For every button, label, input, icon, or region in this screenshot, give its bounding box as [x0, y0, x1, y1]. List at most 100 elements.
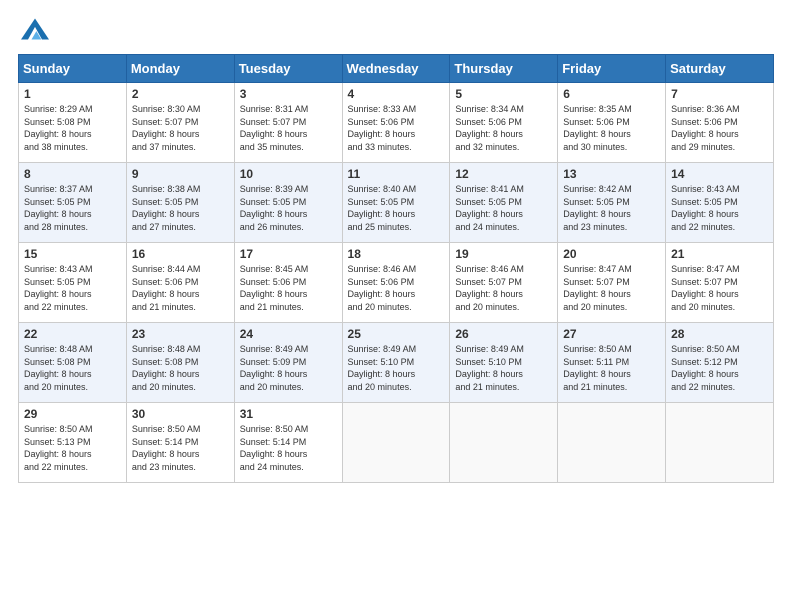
calendar-header-wednesday: Wednesday: [342, 55, 450, 83]
day-info: Sunrise: 8:49 AM Sunset: 5:09 PM Dayligh…: [240, 343, 337, 393]
day-number: 28: [671, 327, 768, 341]
calendar-cell: 18Sunrise: 8:46 AM Sunset: 5:06 PM Dayli…: [342, 243, 450, 323]
day-number: 15: [24, 247, 121, 261]
day-number: 6: [563, 87, 660, 101]
day-number: 7: [671, 87, 768, 101]
calendar-header-row: SundayMondayTuesdayWednesdayThursdayFrid…: [19, 55, 774, 83]
calendar-cell: 2 Sunrise: 8:30 AM Sunset: 5:07 PM Daylig…: [126, 83, 234, 163]
calendar-cell: 29Sunrise: 8:50 AM Sunset: 5:13 PM Dayli…: [19, 403, 127, 483]
day-info: Sunrise: 8:50 AM Sunset: 5:14 PM Dayligh…: [132, 423, 229, 473]
calendar-cell: [342, 403, 450, 483]
calendar-week-row: 15 Sunrise: 8:43 AM Sunset: 5:05 PM Dayli…: [19, 243, 774, 323]
calendar-cell: 19 Sunrise: 8:46 AM Sunset: 5:07 PM Dayli…: [450, 243, 558, 323]
day-info: Sunrise: 8:48 AM Sunset: 5:08 PM Dayligh…: [24, 343, 121, 393]
day-info: Sunrise: 8:50 AM Sunset: 5:14 PM Dayligh…: [240, 423, 337, 473]
day-number: 13: [563, 167, 660, 181]
day-info: Sunrise: 8:46 AM Sunset: 5:06 PM Dayligh…: [348, 263, 445, 313]
day-info: Sunrise: 8:48 AM Sunset: 5:08 PM Dayligh…: [132, 343, 229, 393]
day-info: Sunrise: 8:42 AM Sunset: 5:05 PM Dayligh…: [563, 183, 660, 233]
calendar-cell: 12 Sunrise: 8:41 AM Sunset: 5:05 PM Dayli…: [450, 163, 558, 243]
calendar-cell: 30 Sunrise: 8:50 AM Sunset: 5:14 PM Dayli…: [126, 403, 234, 483]
day-info: Sunrise: 8:34 AM Sunset: 5:06 PM Dayligh…: [455, 103, 552, 153]
day-info: Sunrise: 8:50 AM Sunset: 5:13 PM Dayligh…: [24, 423, 121, 473]
calendar-cell: 5 Sunrise: 8:34 AM Sunset: 5:06 PM Daylig…: [450, 83, 558, 163]
day-info: Sunrise: 8:39 AM Sunset: 5:05 PM Dayligh…: [240, 183, 337, 233]
calendar-cell: 10Sunrise: 8:39 AM Sunset: 5:05 PM Dayli…: [234, 163, 342, 243]
calendar-cell: 21 Sunrise: 8:47 AM Sunset: 5:07 PM Dayli…: [666, 243, 774, 323]
header: [18, 18, 774, 40]
calendar-cell: 27 Sunrise: 8:50 AM Sunset: 5:11 PM Dayli…: [558, 323, 666, 403]
calendar-cell: 31 Sunrise: 8:50 AM Sunset: 5:14 PM Dayli…: [234, 403, 342, 483]
logo-icon: [21, 18, 49, 40]
calendar-cell: 17 Sunrise: 8:45 AM Sunset: 5:06 PM Dayli…: [234, 243, 342, 323]
day-number: 30: [132, 407, 229, 421]
calendar-week-row: 8 Sunrise: 8:37 AM Sunset: 5:05 PM Daylig…: [19, 163, 774, 243]
day-number: 31: [240, 407, 337, 421]
day-info: Sunrise: 8:44 AM Sunset: 5:06 PM Dayligh…: [132, 263, 229, 313]
day-number: 12: [455, 167, 552, 181]
day-number: 4: [348, 87, 445, 101]
day-info: Sunrise: 8:43 AM Sunset: 5:05 PM Dayligh…: [24, 263, 121, 313]
day-number: 8: [24, 167, 121, 181]
day-info: Sunrise: 8:38 AM Sunset: 5:05 PM Dayligh…: [132, 183, 229, 233]
day-number: 17: [240, 247, 337, 261]
day-info: Sunrise: 8:47 AM Sunset: 5:07 PM Dayligh…: [671, 263, 768, 313]
day-number: 21: [671, 247, 768, 261]
calendar-header-friday: Friday: [558, 55, 666, 83]
day-number: 19: [455, 247, 552, 261]
day-info: Sunrise: 8:35 AM Sunset: 5:06 PM Dayligh…: [563, 103, 660, 153]
day-number: 5: [455, 87, 552, 101]
calendar-cell: 14Sunrise: 8:43 AM Sunset: 5:05 PM Dayli…: [666, 163, 774, 243]
calendar-week-row: 1 Sunrise: 8:29 AM Sunset: 5:08 PM Daylig…: [19, 83, 774, 163]
day-info: Sunrise: 8:30 AM Sunset: 5:07 PM Dayligh…: [132, 103, 229, 153]
day-info: Sunrise: 8:47 AM Sunset: 5:07 PM Dayligh…: [563, 263, 660, 313]
calendar-header-sunday: Sunday: [19, 55, 127, 83]
day-info: Sunrise: 8:41 AM Sunset: 5:05 PM Dayligh…: [455, 183, 552, 233]
logo-text-block: [18, 18, 49, 40]
day-info: Sunrise: 8:29 AM Sunset: 5:08 PM Dayligh…: [24, 103, 121, 153]
calendar-cell: 15 Sunrise: 8:43 AM Sunset: 5:05 PM Dayli…: [19, 243, 127, 323]
calendar-week-row: 29Sunrise: 8:50 AM Sunset: 5:13 PM Dayli…: [19, 403, 774, 483]
calendar-cell: [558, 403, 666, 483]
calendar-header-tuesday: Tuesday: [234, 55, 342, 83]
day-info: Sunrise: 8:50 AM Sunset: 5:11 PM Dayligh…: [563, 343, 660, 393]
calendar-cell: 28 Sunrise: 8:50 AM Sunset: 5:12 PM Dayli…: [666, 323, 774, 403]
calendar-header-monday: Monday: [126, 55, 234, 83]
calendar-week-row: 22 Sunrise: 8:48 AM Sunset: 5:08 PM Dayli…: [19, 323, 774, 403]
logo: [18, 18, 49, 40]
day-number: 3: [240, 87, 337, 101]
day-number: 22: [24, 327, 121, 341]
day-info: Sunrise: 8:33 AM Sunset: 5:06 PM Dayligh…: [348, 103, 445, 153]
day-number: 2: [132, 87, 229, 101]
day-info: Sunrise: 8:46 AM Sunset: 5:07 PM Dayligh…: [455, 263, 552, 313]
day-number: 26: [455, 327, 552, 341]
day-number: 20: [563, 247, 660, 261]
calendar-header-thursday: Thursday: [450, 55, 558, 83]
calendar-table: SundayMondayTuesdayWednesdayThursdayFrid…: [18, 54, 774, 483]
calendar-cell: 9 Sunrise: 8:38 AM Sunset: 5:05 PM Daylig…: [126, 163, 234, 243]
day-number: 1: [24, 87, 121, 101]
calendar-cell: 7 Sunrise: 8:36 AM Sunset: 5:06 PM Daylig…: [666, 83, 774, 163]
day-info: Sunrise: 8:36 AM Sunset: 5:06 PM Dayligh…: [671, 103, 768, 153]
day-info: Sunrise: 8:37 AM Sunset: 5:05 PM Dayligh…: [24, 183, 121, 233]
day-number: 9: [132, 167, 229, 181]
calendar-cell: 4 Sunrise: 8:33 AM Sunset: 5:06 PM Daylig…: [342, 83, 450, 163]
day-info: Sunrise: 8:50 AM Sunset: 5:12 PM Dayligh…: [671, 343, 768, 393]
day-info: Sunrise: 8:31 AM Sunset: 5:07 PM Dayligh…: [240, 103, 337, 153]
calendar-cell: 8 Sunrise: 8:37 AM Sunset: 5:05 PM Daylig…: [19, 163, 127, 243]
calendar-cell: 6 Sunrise: 8:35 AM Sunset: 5:06 PM Daylig…: [558, 83, 666, 163]
calendar-cell: 22 Sunrise: 8:48 AM Sunset: 5:08 PM Dayli…: [19, 323, 127, 403]
day-info: Sunrise: 8:45 AM Sunset: 5:06 PM Dayligh…: [240, 263, 337, 313]
calendar-cell: 1 Sunrise: 8:29 AM Sunset: 5:08 PM Daylig…: [19, 83, 127, 163]
calendar-cell: 13 Sunrise: 8:42 AM Sunset: 5:05 PM Dayli…: [558, 163, 666, 243]
calendar-cell: 11Sunrise: 8:40 AM Sunset: 5:05 PM Dayli…: [342, 163, 450, 243]
day-number: 24: [240, 327, 337, 341]
day-number: 16: [132, 247, 229, 261]
day-info: Sunrise: 8:49 AM Sunset: 5:10 PM Dayligh…: [455, 343, 552, 393]
calendar-cell: [666, 403, 774, 483]
page-container: SundayMondayTuesdayWednesdayThursdayFrid…: [0, 0, 792, 493]
day-info: Sunrise: 8:43 AM Sunset: 5:05 PM Dayligh…: [671, 183, 768, 233]
calendar-cell: 20 Sunrise: 8:47 AM Sunset: 5:07 PM Dayli…: [558, 243, 666, 323]
day-number: 27: [563, 327, 660, 341]
calendar-cell: 26 Sunrise: 8:49 AM Sunset: 5:10 PM Dayli…: [450, 323, 558, 403]
